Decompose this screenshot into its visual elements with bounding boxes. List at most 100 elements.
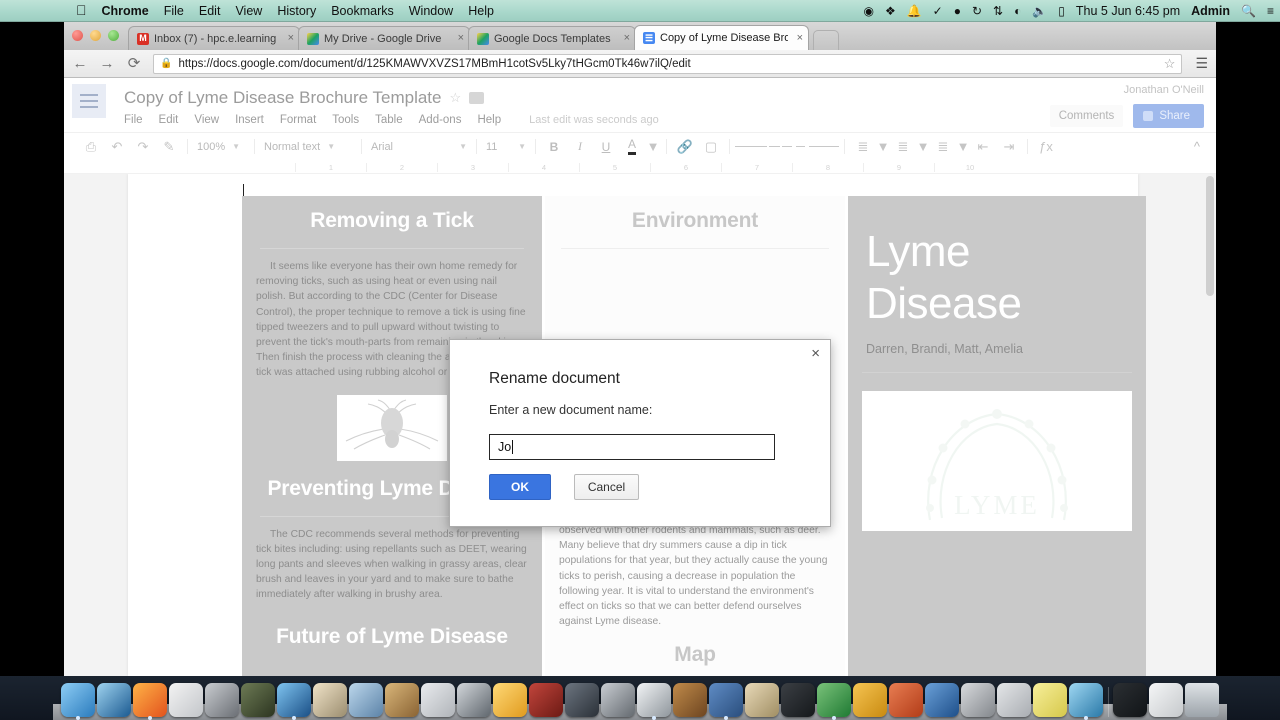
dock-item-dvd-player[interactable] <box>205 683 239 717</box>
tab-close-icon[interactable]: × <box>458 33 464 44</box>
chrome-window: M Inbox (7) - hpc.e.learning × My Drive … <box>64 22 1216 676</box>
tab-my-drive[interactable]: My Drive - Google Drive × <box>298 26 470 50</box>
dock-item-pages-tools[interactable] <box>745 683 779 717</box>
tab-label: Inbox (7) - hpc.e.learning <box>154 32 277 45</box>
tab-close-icon[interactable]: × <box>288 33 294 44</box>
address-bar[interactable]: 🔒 https://docs.google.com/document/d/125… <box>153 53 1183 74</box>
zoom-window-button[interactable] <box>108 30 119 41</box>
running-indicator <box>1084 716 1088 720</box>
dock-item-word[interactable] <box>925 683 959 717</box>
dock-item-imovie[interactable] <box>565 683 599 717</box>
timemachine-icon[interactable]: ↻ <box>972 5 982 17</box>
menu-item-bookmarks[interactable]: Bookmarks <box>331 4 394 18</box>
notification-center-icon[interactable]: ≡ <box>1267 5 1274 17</box>
menu-item-edit[interactable]: Edit <box>199 4 221 18</box>
tab-strip: M Inbox (7) - hpc.e.learning × My Drive … <box>64 22 1216 50</box>
drive-icon <box>477 32 489 45</box>
dock-item-documents-stack[interactable] <box>1113 683 1147 717</box>
mac-menu-bar:  Chrome File Edit View History Bookmark… <box>0 0 1280 22</box>
bookmark-star-icon[interactable]: ☆ <box>1164 56 1176 72</box>
dock-item-ibooks[interactable] <box>493 683 527 717</box>
bluetooth-icon[interactable]: ⇅ <box>993 5 1003 17</box>
checkmark-icon[interactable]: ✓ <box>933 5 943 17</box>
tab-close-icon[interactable]: × <box>797 32 803 44</box>
dock-item-powerpoint[interactable] <box>889 683 923 717</box>
dock-item-contacts[interactable] <box>385 683 419 717</box>
dock-item-firefox[interactable] <box>133 683 167 720</box>
dock-item-system-preferences[interactable] <box>961 683 995 717</box>
tab-close-icon[interactable]: × <box>624 33 630 44</box>
dock-item-guitar[interactable] <box>673 683 707 717</box>
tab-inbox[interactable]: M Inbox (7) - hpc.e.learning × <box>128 26 300 50</box>
shield-icon[interactable]: ● <box>954 5 961 17</box>
ok-button[interactable]: OK <box>489 474 551 500</box>
gmail-icon: M <box>137 32 149 45</box>
document-name-input[interactable]: Jo <box>489 434 775 460</box>
volume-icon[interactable]: 🔈 <box>1032 5 1047 17</box>
wifi-icon[interactable]: ◐ <box>1014 5 1021 17</box>
dock-item-dashboard[interactable] <box>97 683 131 717</box>
window-controls[interactable] <box>72 30 119 41</box>
minimize-window-button[interactable] <box>90 30 101 41</box>
dock-item-final-cut[interactable] <box>601 683 635 717</box>
dock-item-launchpad[interactable] <box>169 683 203 717</box>
menu-item-window[interactable]: Window <box>409 4 453 18</box>
tab-google-docs-templates[interactable]: Google Docs Templates × <box>468 26 636 50</box>
back-icon[interactable]: ← <box>72 56 88 71</box>
dock-item-trash-icon[interactable] <box>1185 683 1219 717</box>
dock-item-screenflow[interactable] <box>241 683 275 717</box>
search-icon[interactable]: 🔍 <box>1241 5 1256 17</box>
input-caret <box>512 440 514 454</box>
dock-item-chrome[interactable] <box>637 683 671 720</box>
drive-icon <box>307 32 319 45</box>
new-tab-button[interactable] <box>813 30 839 50</box>
apple-icon[interactable]:  <box>76 3 87 17</box>
tab-copy-of-lyme-disease-brochure[interactable]: ☰ Copy of Lyme Disease Broc × <box>634 25 809 50</box>
chrome-menu-icon[interactable]: ☰ <box>1193 55 1208 72</box>
dialog-title: Rename document <box>489 370 620 387</box>
battery-icon[interactable]: ▯ <box>1058 5 1065 17</box>
dock-item-itunes[interactable] <box>457 683 491 717</box>
tab-label: My Drive - Google Drive <box>324 32 442 45</box>
dock-item-activity-monitor[interactable] <box>277 683 311 720</box>
record-icon[interactable]: ◉ <box>863 5 873 17</box>
dock-item-finder[interactable] <box>61 683 95 720</box>
lock-icon: 🔒 <box>160 58 173 69</box>
tab-label: Google Docs Templates <box>494 32 611 45</box>
menu-item-chrome[interactable]: Chrome <box>102 4 149 18</box>
url-text: https://docs.google.com/document/d/125KM… <box>178 57 691 70</box>
dock-item-sketch-pen[interactable] <box>781 683 815 717</box>
forward-icon[interactable]: → <box>99 56 115 71</box>
dock-item-outlook[interactable] <box>853 683 887 717</box>
reload-icon[interactable]: ⟳ <box>126 56 142 71</box>
dock-item-calculator[interactable] <box>421 683 455 717</box>
dock-item-notes-app[interactable] <box>997 683 1031 717</box>
dock-item-excel[interactable] <box>817 683 851 720</box>
menu-item-file[interactable]: File <box>164 4 184 18</box>
menubar-user[interactable]: Admin <box>1191 4 1230 18</box>
dock-item-garageband[interactable] <box>529 683 563 717</box>
close-icon[interactable]: × <box>811 346 820 361</box>
dock <box>53 676 1227 720</box>
dock-item-safari[interactable] <box>349 683 383 717</box>
menu-item-help[interactable]: Help <box>468 4 494 18</box>
dock-item-list-stack[interactable] <box>1149 683 1183 717</box>
cancel-button[interactable]: Cancel <box>574 474 639 500</box>
dock-item-keynote[interactable] <box>709 683 743 720</box>
dock-item-facetime[interactable] <box>1069 683 1103 720</box>
bell-icon[interactable]: 🔔 <box>907 5 922 17</box>
menu-item-view[interactable]: View <box>235 4 262 18</box>
close-window-button[interactable] <box>72 30 83 41</box>
google-docs-app: Copy of Lyme Disease Brochure Template ☆… <box>64 78 1216 676</box>
menubar-clock[interactable]: Thu 5 Jun 6:45 pm <box>1076 4 1180 18</box>
dock-item-iphoto[interactable] <box>313 683 347 717</box>
dock-item-stickies[interactable] <box>1033 683 1067 717</box>
omnibox-bar: ← → ⟳ 🔒 https://docs.google.com/document… <box>64 50 1216 78</box>
running-indicator <box>292 716 296 720</box>
document-name-input-value: Jo <box>498 440 512 454</box>
menu-item-history[interactable]: History <box>277 4 316 18</box>
running-indicator <box>832 716 836 720</box>
rename-document-dialog: × Rename document Enter a new document n… <box>449 339 831 527</box>
dropbox-icon[interactable]: ❖ <box>885 5 896 17</box>
dock-separator <box>1105 687 1111 717</box>
